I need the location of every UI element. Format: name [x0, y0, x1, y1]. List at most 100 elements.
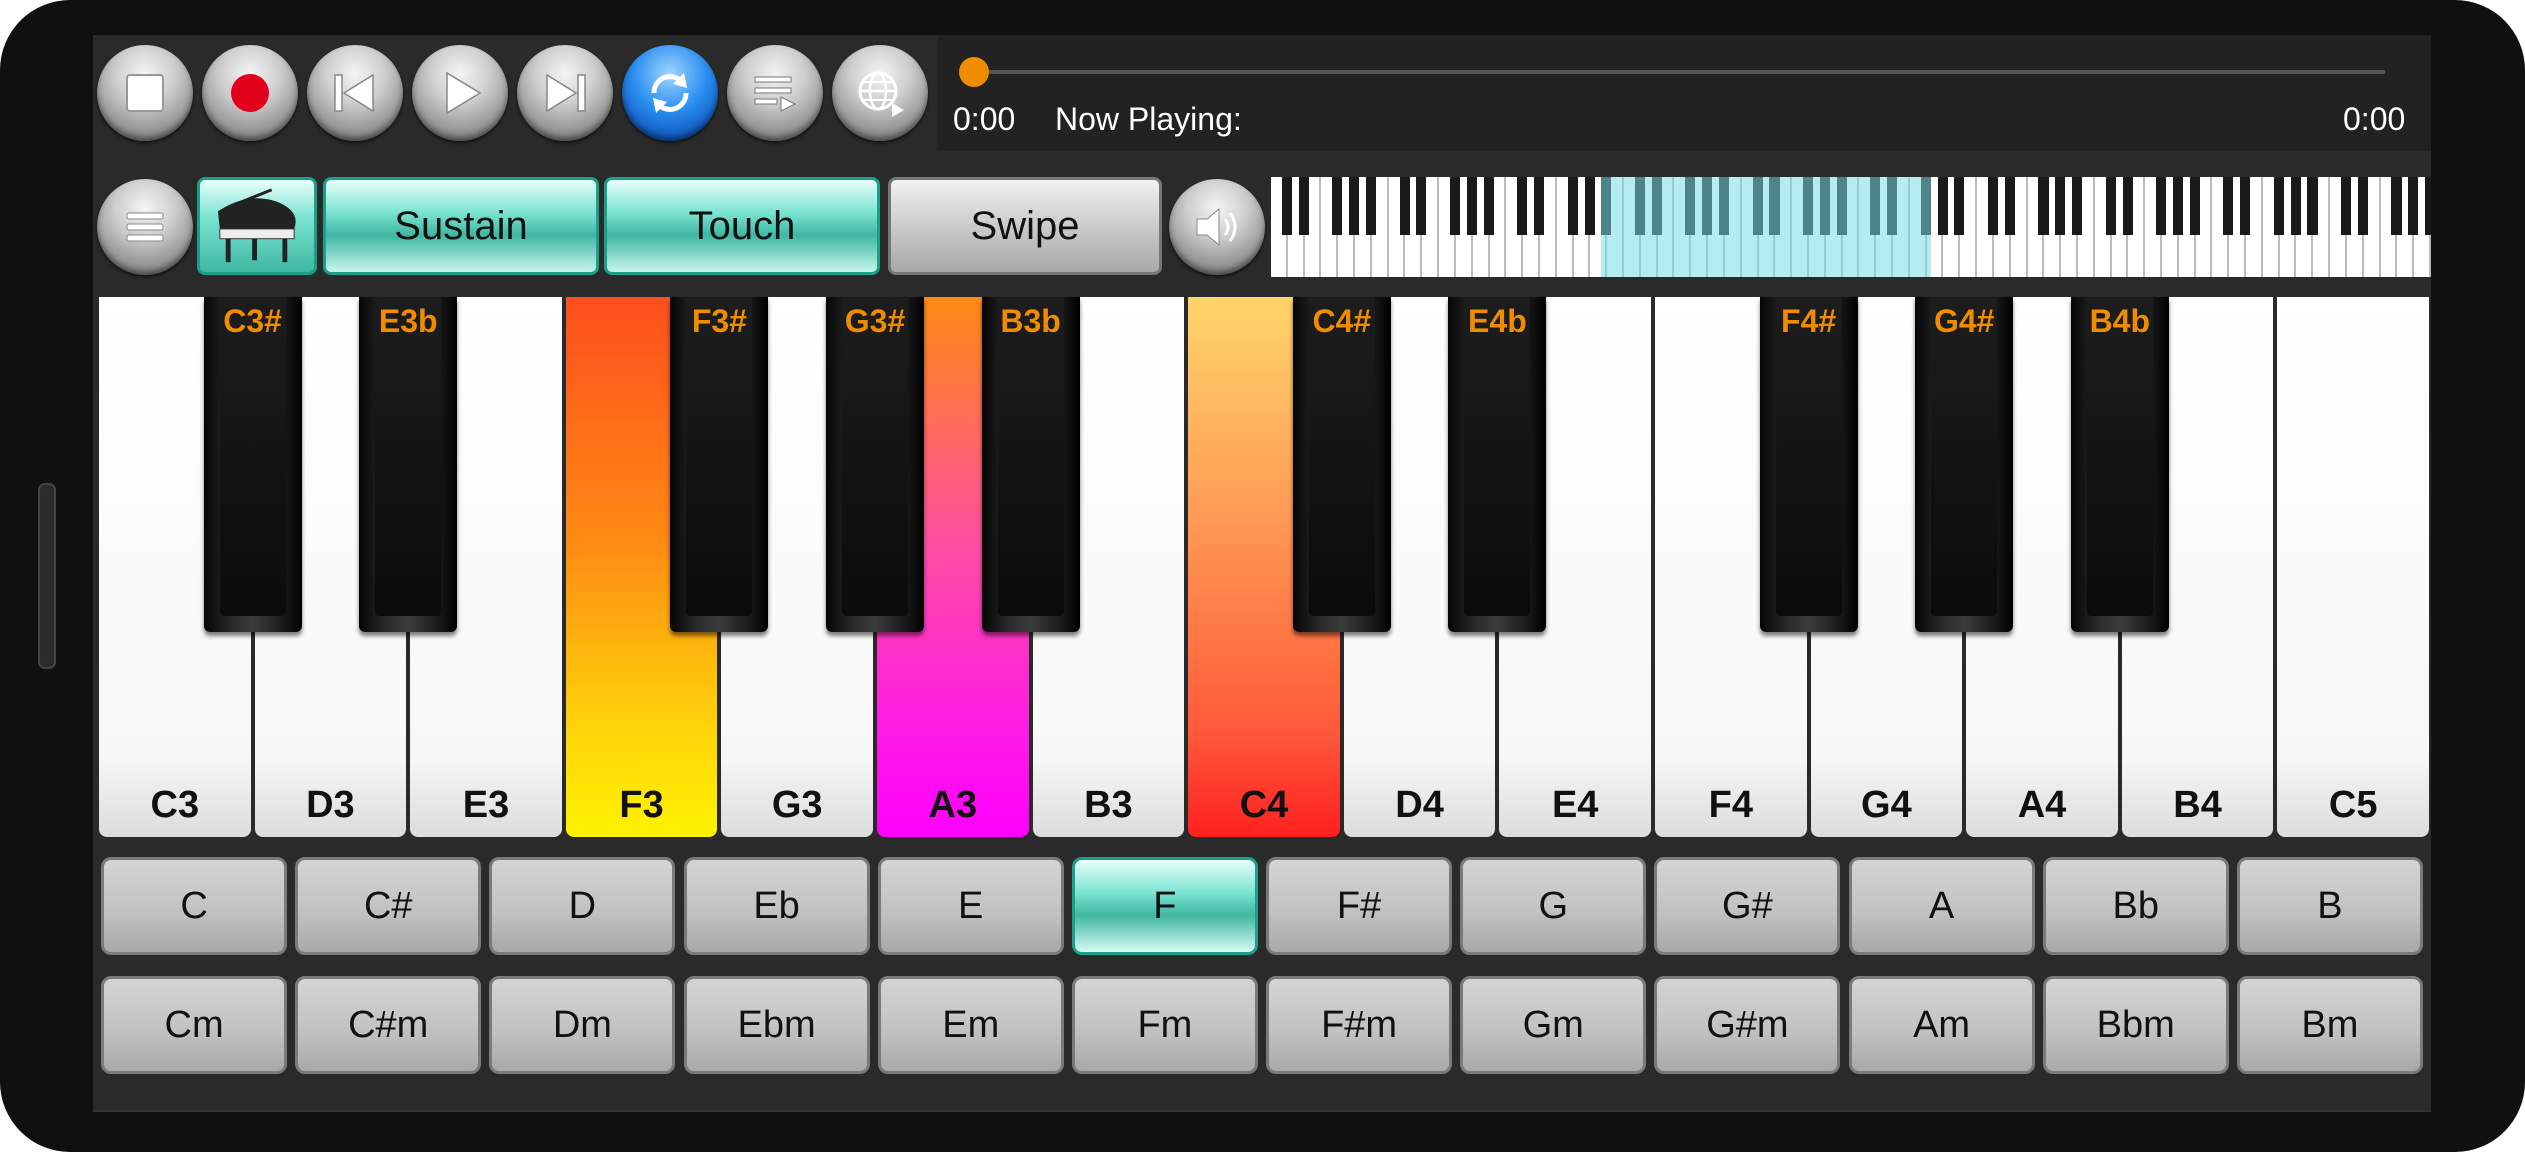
- playlist-icon: [754, 76, 797, 112]
- mini-black-key: [1450, 177, 1461, 235]
- white-key-label: F3: [619, 784, 664, 826]
- menu-button[interactable]: [97, 179, 193, 275]
- web-button[interactable]: [832, 45, 928, 141]
- skip-back-icon: [334, 73, 374, 113]
- major-chord-button[interactable]: E: [877, 857, 1064, 955]
- black-key-g4-sharp[interactable]: G4#: [1915, 297, 2014, 632]
- major-chord-button[interactable]: Bb: [2042, 857, 2229, 955]
- major-chord-button[interactable]: D: [489, 857, 676, 955]
- sustain-toggle[interactable]: Sustain: [323, 177, 599, 275]
- black-key-label: G4#: [1933, 303, 1995, 339]
- playlist-button[interactable]: [727, 45, 823, 141]
- piano-keyboard: C3 D3 E3 F3 G3 A3 B3 C4 D4 E4 F4 G4 A4 B4 C5 C3# E3b F3# G…: [97, 297, 2431, 837]
- minor-chord-button[interactable]: Fm: [1071, 976, 1258, 1074]
- instrument-button[interactable]: [197, 177, 317, 275]
- major-chord-button[interactable]: F: [1071, 857, 1258, 955]
- mini-black-key: [2341, 177, 2352, 235]
- play-button[interactable]: [412, 45, 508, 141]
- swipe-toggle[interactable]: Swipe: [888, 177, 1162, 275]
- white-key-label: C3: [150, 784, 200, 826]
- white-key-label: B3: [1084, 784, 1133, 826]
- elapsed-time: 0:00: [953, 101, 1016, 137]
- black-key-label: B4b: [2089, 303, 2151, 339]
- record-button[interactable]: [202, 45, 298, 141]
- mini-black-key: [2156, 177, 2167, 235]
- volume-button[interactable]: [1169, 179, 1265, 275]
- major-chord-button[interactable]: Eb: [683, 857, 870, 955]
- minor-chord-button[interactable]: Dm: [489, 976, 676, 1074]
- menu-icon: [126, 212, 164, 242]
- mini-black-key: [1517, 177, 1528, 235]
- mini-black-key: [1988, 177, 1999, 235]
- app-screen: 0:00 Now Playing: 0:00 Sustain Touch Swi…: [93, 35, 2431, 1112]
- minor-chord-button[interactable]: Em: [877, 976, 1064, 1074]
- mini-black-key: [1281, 177, 1292, 235]
- white-key-c5[interactable]: C5: [2277, 297, 2429, 837]
- mini-black-key: [1466, 177, 1477, 235]
- mini-black-key: [2055, 177, 2066, 235]
- minor-chord-button[interactable]: Am: [1848, 976, 2035, 1074]
- play-icon: [446, 71, 482, 115]
- black-key-face: [1464, 297, 1531, 616]
- visible-range-highlight[interactable]: [1601, 177, 1931, 277]
- black-key-face: [686, 297, 753, 616]
- white-key-label: D3: [306, 784, 355, 826]
- white-key-label: F4: [1708, 784, 1753, 826]
- black-key-g3-sharp[interactable]: G3#: [826, 297, 924, 632]
- black-key-c4-sharp[interactable]: C4#: [1292, 297, 1391, 632]
- black-key-face: [375, 297, 442, 616]
- major-chord-button[interactable]: F#: [1266, 857, 1453, 955]
- record-icon: [231, 74, 269, 112]
- black-key-e4b[interactable]: E4b: [1448, 297, 1547, 632]
- minor-chord-button[interactable]: Ebm: [683, 976, 870, 1074]
- major-chord-button[interactable]: C#: [295, 857, 482, 955]
- skip-forward-button[interactable]: [517, 45, 613, 141]
- major-chord-button[interactable]: G#: [1654, 857, 1841, 955]
- mini-black-key: [2290, 177, 2301, 235]
- black-key-b4b[interactable]: B4b: [2070, 297, 2169, 632]
- mini-black-key: [1483, 177, 1494, 235]
- minor-chord-button[interactable]: F#m: [1266, 976, 1453, 1074]
- white-key-label: A3: [928, 784, 978, 826]
- web-icon: [858, 71, 904, 117]
- mini-keyboard-overview[interactable]: [1271, 177, 2431, 277]
- progress-thumb[interactable]: [959, 57, 989, 87]
- black-key-label: F4#: [1781, 303, 1837, 339]
- major-chord-button[interactable]: A: [1848, 857, 2035, 955]
- black-key-f4-sharp[interactable]: F4#: [1759, 297, 1858, 632]
- minor-chord-button[interactable]: Bm: [2236, 976, 2423, 1074]
- minor-chord-button[interactable]: C#m: [295, 976, 482, 1074]
- major-chord-button[interactable]: C: [101, 857, 288, 955]
- black-key-label: F3#: [691, 303, 747, 339]
- black-key-face: [997, 297, 1064, 616]
- black-key-face: [2086, 297, 2153, 616]
- black-key-e3b[interactable]: E3b: [359, 297, 458, 632]
- mini-black-key: [2425, 177, 2431, 235]
- black-key-face: [219, 297, 286, 616]
- loop-button[interactable]: [622, 45, 718, 141]
- minor-chord-button[interactable]: Gm: [1460, 976, 1647, 1074]
- mini-black-key: [2240, 177, 2251, 235]
- skip-back-button[interactable]: [307, 45, 403, 141]
- minor-chord-button[interactable]: Cm: [101, 976, 288, 1074]
- progress-track[interactable]: [965, 70, 2385, 74]
- major-chord-button[interactable]: G: [1460, 857, 1647, 955]
- touch-toggle[interactable]: Touch: [604, 177, 880, 275]
- black-key-label: E3b: [378, 303, 438, 339]
- black-key-face: [1775, 297, 1842, 616]
- mini-black-key: [2357, 177, 2368, 235]
- mini-black-key: [2105, 177, 2116, 235]
- mini-black-key: [1298, 177, 1309, 235]
- black-key-b3b[interactable]: B3b: [981, 297, 1080, 632]
- minor-chord-button[interactable]: G#m: [1654, 976, 1841, 1074]
- major-chord-button[interactable]: B: [2236, 857, 2423, 955]
- black-key-f3-sharp[interactable]: F3#: [670, 297, 769, 632]
- black-key-face: [842, 297, 908, 616]
- stop-button[interactable]: [97, 45, 193, 141]
- white-key-label: G3: [771, 784, 823, 826]
- white-key-label: D4: [1395, 784, 1444, 826]
- mini-black-key: [2273, 177, 2284, 235]
- black-key-c3-sharp[interactable]: C3#: [203, 297, 302, 632]
- mini-black-key: [2189, 177, 2200, 235]
- minor-chord-button[interactable]: Bbm: [2042, 976, 2229, 1074]
